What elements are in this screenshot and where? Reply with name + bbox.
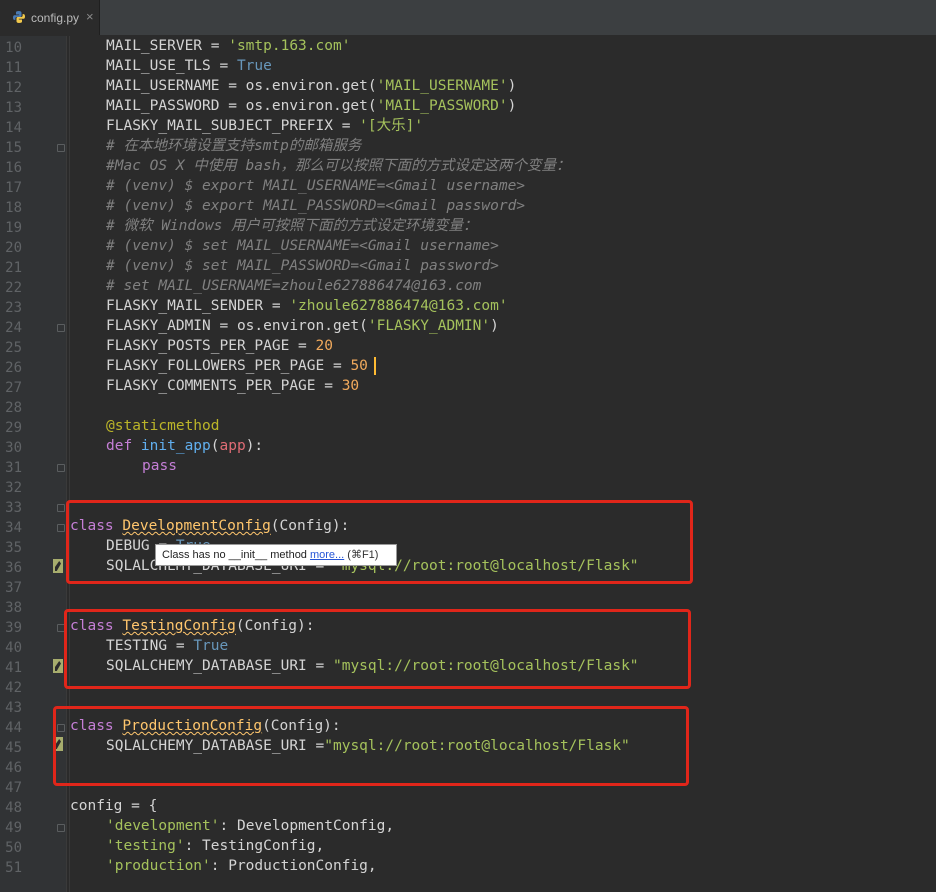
code-line: FLASKY_FOLLOWERS_PER_PAGE = 50 xyxy=(106,358,368,374)
code-line: FLASKY_COMMENTS_PER_PAGE = 30 xyxy=(106,378,360,394)
line-number: 48 xyxy=(5,800,22,816)
pencil-icon xyxy=(53,659,63,673)
code-line: 'testing': TestingConfig, xyxy=(106,838,325,854)
line-number: 22 xyxy=(5,280,22,296)
close-icon[interactable]: × xyxy=(86,9,94,24)
code-line: FLASKY_MAIL_SENDER = 'zhoule627886474@16… xyxy=(106,298,508,314)
comment-line: # (venv) $ set MAIL_PASSWORD=<Gmail pass… xyxy=(106,258,499,274)
highlight-box-production xyxy=(53,706,689,786)
line-number: 31 xyxy=(5,460,22,476)
line-number: 49 xyxy=(5,820,22,836)
code-line: MAIL_USE_TLS = True xyxy=(106,58,272,74)
comment-line: # set MAIL_USERNAME=zhoule627886474@163.… xyxy=(106,278,482,294)
comment-line: #Mac OS X 中使用 bash，那么可以按照下面的方式设定这两个变量： xyxy=(106,158,571,174)
fold-marker-icon[interactable] xyxy=(57,824,65,832)
line-number: 28 xyxy=(5,400,22,416)
code-line: MAIL_SERVER = 'smtp.163.com' xyxy=(106,38,351,54)
code-line: def init_app(app): xyxy=(106,438,264,454)
line-number: 10 xyxy=(5,40,22,56)
decorator-line: @staticmethod xyxy=(106,418,220,434)
tab-config-py[interactable]: config.py × xyxy=(0,0,100,35)
line-number: 42 xyxy=(5,680,22,696)
line-number: 32 xyxy=(5,480,22,496)
line-number: 46 xyxy=(5,760,22,776)
line-number: 11 xyxy=(5,60,22,76)
line-number: 21 xyxy=(5,260,22,276)
comment-line: # (venv) $ export MAIL_USERNAME=<Gmail u… xyxy=(106,178,526,194)
line-number: 37 xyxy=(5,580,22,596)
highlight-box-testing xyxy=(64,609,691,689)
line-number: 24 xyxy=(5,320,22,336)
line-number: 30 xyxy=(5,440,22,456)
code-line: MAIL_PASSWORD = os.environ.get('MAIL_PAS… xyxy=(106,98,517,114)
line-number: 33 xyxy=(5,500,22,516)
comment-line: # (venv) $ export MAIL_PASSWORD=<Gmail p… xyxy=(106,198,526,214)
python-file-icon xyxy=(13,11,25,23)
code-line: FLASKY_POSTS_PER_PAGE = 20 xyxy=(106,338,333,354)
line-number: 47 xyxy=(5,780,22,796)
code-line: MAIL_USERNAME = os.environ.get('MAIL_USE… xyxy=(106,78,517,94)
line-number: 13 xyxy=(5,100,22,116)
fold-marker-icon[interactable] xyxy=(57,144,65,152)
code-line: FLASKY_MAIL_SUBJECT_PREFIX = '[大乐]' xyxy=(106,118,424,134)
line-number: 35 xyxy=(5,540,22,556)
line-number: 29 xyxy=(5,420,22,436)
code-line: FLASKY_ADMIN = os.environ.get('FLASKY_AD… xyxy=(106,318,499,334)
code-line: 'production': ProductionConfig, xyxy=(106,858,377,874)
comment-line: # 在本地环境设置支持smtp的邮箱服务 xyxy=(106,138,362,154)
code-line: pass xyxy=(142,458,177,474)
line-number: 44 xyxy=(5,720,22,736)
line-number: 18 xyxy=(5,200,22,216)
line-number: 43 xyxy=(5,700,22,716)
line-number: 50 xyxy=(5,840,22,856)
comment-line: # 微软 Windows 用户可按照下面的方式设定环境变量： xyxy=(106,218,478,234)
line-number: 40 xyxy=(5,640,22,656)
fold-marker-icon[interactable] xyxy=(57,504,65,512)
line-number: 45 xyxy=(5,740,22,756)
line-number: 27 xyxy=(5,380,22,396)
line-number: 17 xyxy=(5,180,22,196)
comment-line: # (venv) $ set MAIL_USERNAME=<Gmail user… xyxy=(106,238,499,254)
line-number: 39 xyxy=(5,620,22,636)
code-line: 'development': DevelopmentConfig, xyxy=(106,818,395,834)
line-number: 25 xyxy=(5,340,22,356)
line-number: 26 xyxy=(5,360,22,376)
line-number: 23 xyxy=(5,300,22,316)
line-number: 12 xyxy=(5,80,22,96)
editor-tab-bar: config.py × xyxy=(0,0,936,36)
text-cursor xyxy=(374,357,376,375)
tab-title: config.py xyxy=(31,11,80,25)
line-number: 34 xyxy=(5,520,22,536)
line-number: 41 xyxy=(5,660,22,676)
pencil-icon xyxy=(53,559,63,573)
line-number: 19 xyxy=(5,220,22,236)
line-number: 36 xyxy=(5,560,22,576)
code-line: config = { xyxy=(70,798,158,814)
highlight-box-development xyxy=(66,500,693,584)
line-number: 51 xyxy=(5,860,22,876)
fold-marker-icon[interactable] xyxy=(57,464,65,472)
fold-marker-icon[interactable] xyxy=(57,524,65,532)
line-number: 16 xyxy=(5,160,22,176)
line-number: 20 xyxy=(5,240,22,256)
fold-marker-icon[interactable] xyxy=(57,324,65,332)
line-number: 14 xyxy=(5,120,22,136)
line-number: 38 xyxy=(5,600,22,616)
line-number: 15 xyxy=(5,140,22,156)
